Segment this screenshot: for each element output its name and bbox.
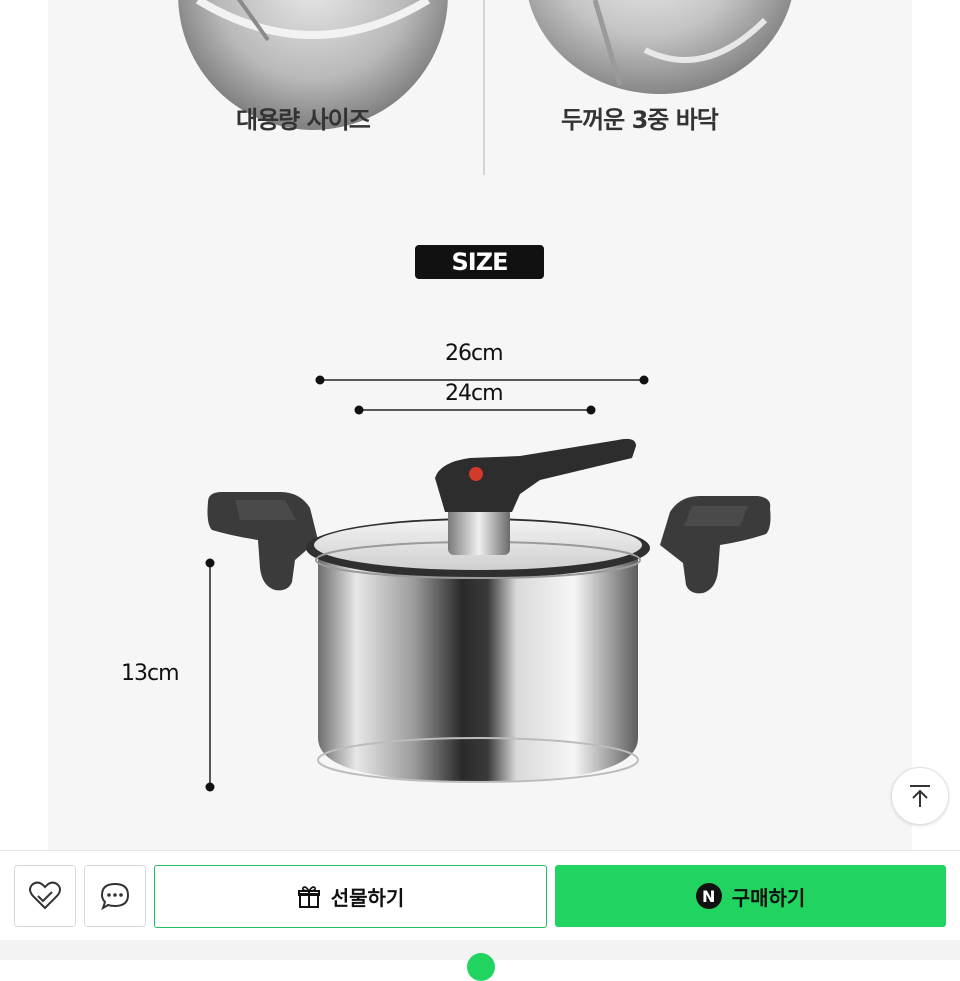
gift-icon <box>297 885 320 908</box>
buy-button-label: 구매하기 <box>731 885 806 910</box>
product-detail-page: 대용량 사이즈 두꺼운 3중 바닥 SIZE 26cm 24cm 13cm 선물… <box>0 0 960 981</box>
gift-button-label: 선물하기 <box>330 886 405 910</box>
arrow-up-icon <box>910 785 930 807</box>
like-button[interactable] <box>14 865 76 927</box>
scroll-top-button[interactable] <box>891 767 949 825</box>
heart-check-icon <box>29 881 61 910</box>
talk-button[interactable] <box>84 865 146 927</box>
naver-pay-icon: N <box>695 883 722 909</box>
chat-bubble-icon <box>100 882 130 911</box>
pot-image <box>207 438 771 783</box>
green-indicator-dot <box>467 953 495 981</box>
gift-button[interactable]: 선물하기 <box>154 865 547 928</box>
buy-button[interactable]: N 구매하기 <box>555 865 946 927</box>
